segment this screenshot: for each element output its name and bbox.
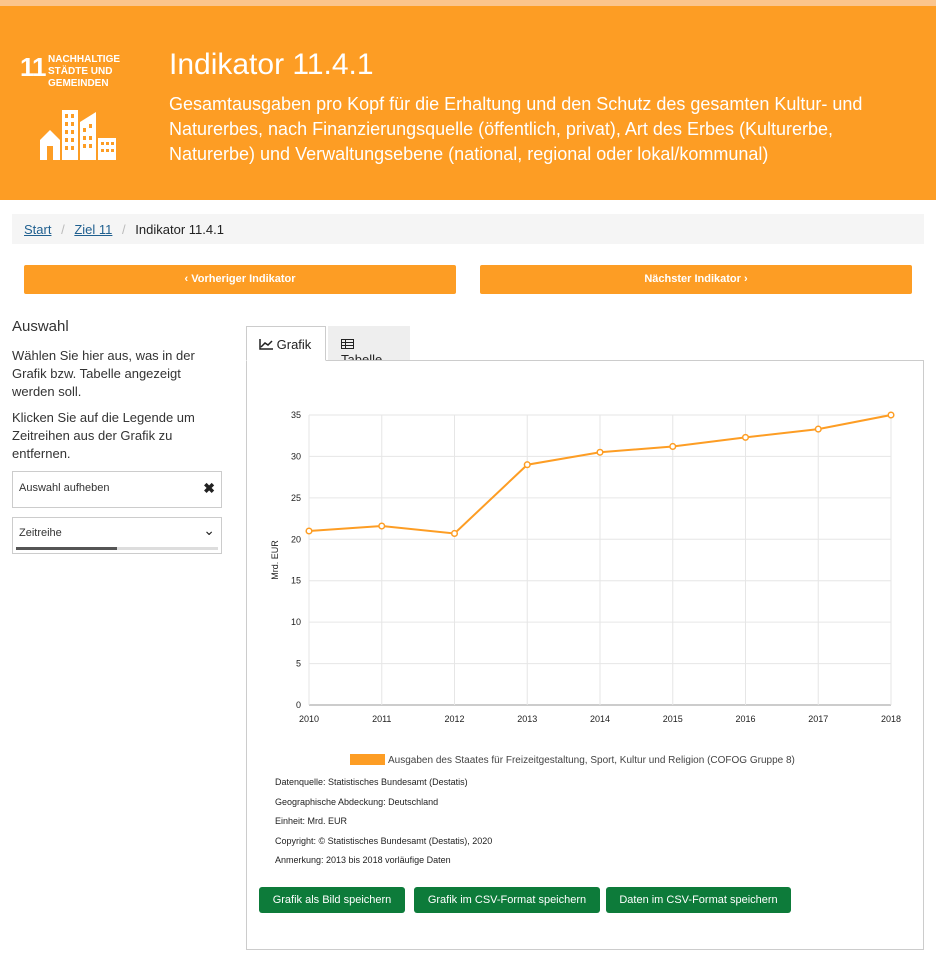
y-tick-label: 5 xyxy=(296,659,301,669)
legend-label: Ausgaben des Staates für Freizeitgestalt… xyxy=(388,755,795,766)
x-tick-label: 2018 xyxy=(881,714,901,724)
next-indicator-label: Nächster Indikator xyxy=(644,273,741,285)
data-point xyxy=(523,461,531,469)
chevron-right-icon: › xyxy=(740,273,748,285)
breadcrumb: Start / Ziel 11 / Indikator 11.4.1 xyxy=(12,214,924,244)
y-tick-label: 30 xyxy=(291,451,301,461)
sdg-goal-name-line: STÄDTE UND xyxy=(48,66,113,77)
close-icon: ✖ xyxy=(203,480,215,496)
data-point xyxy=(378,522,386,530)
y-tick-label: 10 xyxy=(291,617,301,627)
y-axis-label: Mrd. EUR xyxy=(270,540,280,580)
breadcrumb-current: Indikator 11.4.1 xyxy=(135,222,224,237)
meta-source: Datenquelle: Statistisches Bundesamt (De… xyxy=(275,777,468,787)
sdg-goal-logo: 11 NACHHALTIGE STÄDTE UND GEMEINDEN xyxy=(18,52,120,172)
chart-panel: 0 5 10 15 20 25 30 35 2010 2011 2012 2013 2014 2015 20… xyxy=(246,360,924,950)
y-tick-label: 25 xyxy=(291,493,301,503)
sidebar-help-text: Wählen Sie hier aus, was in der Grafik b… xyxy=(12,348,195,399)
data-point xyxy=(669,442,677,451)
line-chart: 0 5 10 15 20 25 30 35 2010 2011 2012 2013 2014 2015 20… xyxy=(270,410,901,766)
legend-swatch xyxy=(350,754,385,765)
tab-chart-label: Grafik xyxy=(276,337,312,352)
previous-indicator-button[interactable]: ‹ Vorheriger Indikator xyxy=(24,265,456,294)
y-tick-label: 35 xyxy=(291,410,301,420)
next-indicator-button[interactable]: Nächster Indikator › xyxy=(480,265,912,294)
clear-selection-label: Auswahl aufheben xyxy=(19,482,110,494)
sdg-goal-name: NACHHALTIGE STÄDTE UND GEMEINDEN xyxy=(48,54,128,90)
sdg-goal-name-line: NACHHALTIGE xyxy=(48,54,121,65)
data-point xyxy=(305,527,313,535)
sidebar-title: Auswahl xyxy=(12,318,69,335)
save-image-button[interactable]: Grafik als Bild speichern xyxy=(259,887,405,913)
city-buildings-icon xyxy=(40,110,116,160)
x-tick-label: 2012 xyxy=(444,714,464,724)
data-point xyxy=(887,411,895,419)
y-tick-label: 15 xyxy=(291,576,301,586)
clear-selection-button[interactable]: Auswahl aufheben ✖ xyxy=(12,471,222,508)
data-point xyxy=(814,425,822,433)
tab-chart[interactable]: Grafik xyxy=(246,326,326,361)
x-tick-label: 2011 xyxy=(372,714,391,724)
y-tick-label: 20 xyxy=(291,534,301,544)
x-tick-label: 2016 xyxy=(735,714,755,724)
x-tick-label: 2017 xyxy=(808,714,828,724)
breadcrumb-separator: / xyxy=(122,222,126,237)
series-selection-bar xyxy=(16,547,218,550)
breadcrumb-start-link[interactable]: Start xyxy=(24,222,51,237)
chevron-down-icon: ⌄ xyxy=(203,522,215,538)
selection-sidebar: Auswahl Wählen Sie hier aus, was in der … xyxy=(12,316,222,554)
sdg-number: 11 xyxy=(20,52,46,82)
x-tick-label: 2014 xyxy=(590,714,610,724)
meta-note: Anmerkung: 2013 bis 2018 vorläufige Date… xyxy=(275,855,451,865)
save-data-csv-button[interactable]: Daten im CSV-Format speichern xyxy=(606,887,791,913)
x-tick-label: 2013 xyxy=(517,714,537,724)
series-dropdown[interactable]: Zeitreihe ⌄ xyxy=(12,517,222,554)
indicator-description: Gesamtausgaben pro Kopf für die Erhaltun… xyxy=(169,94,863,164)
breadcrumb-goal-link[interactable]: Ziel 11 xyxy=(74,222,112,237)
chart-metadata: Datenquelle: Statistisches Bundesamt (De… xyxy=(275,777,492,875)
breadcrumb-separator: / xyxy=(61,222,65,237)
tab-table[interactable]: Tabelle xyxy=(328,326,410,367)
y-tick-label: 0 xyxy=(296,700,301,710)
meta-copyright: Copyright: © Statistisches Bundesamt (De… xyxy=(275,835,493,846)
sidebar-legend-hint: Klicken Sie auf die Legende um Zeitreihe… xyxy=(12,410,195,461)
data-point xyxy=(596,448,604,456)
data-point xyxy=(741,433,750,441)
data-point xyxy=(450,529,459,538)
table-icon xyxy=(341,339,354,349)
page-title: Indikator 11.4.1 xyxy=(169,48,374,81)
previous-indicator-label: Vorheriger Indikator xyxy=(191,273,296,285)
series-dropdown-label: Zeitreihe xyxy=(19,527,62,539)
meta-unit: Einheit: Mrd. EUR xyxy=(275,816,348,826)
meta-coverage: Geographische Abdeckung: Deutschland xyxy=(275,796,439,807)
line-chart-icon xyxy=(259,339,273,350)
sdg-goal-name-line: GEMEINDEN xyxy=(48,78,109,89)
x-tick-label: 2015 xyxy=(663,714,683,724)
x-tick-label: 2010 xyxy=(299,714,319,724)
page-header: 11 NACHHALTIGE STÄDTE UND GEMEINDEN Indi… xyxy=(0,6,936,200)
save-chart-csv-button[interactable]: Grafik im CSV-Format speichern xyxy=(414,887,600,913)
series-selection-fill xyxy=(16,547,117,550)
